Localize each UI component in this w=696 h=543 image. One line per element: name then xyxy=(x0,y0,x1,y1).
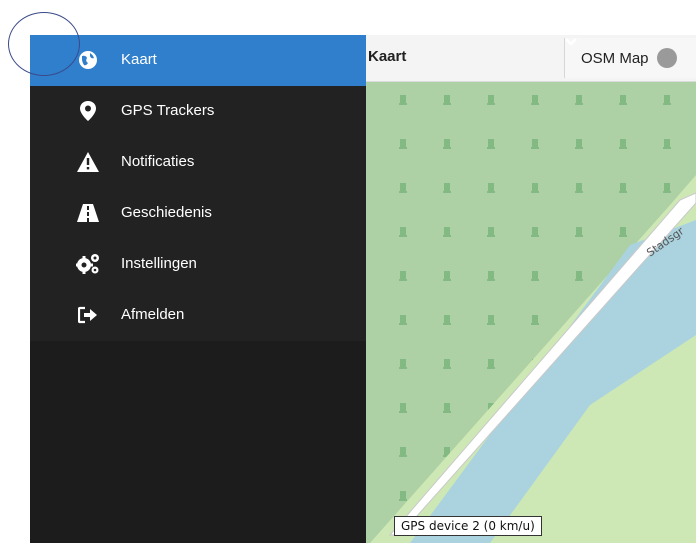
sign-out-icon xyxy=(76,303,100,327)
sidebar-item-afmelden[interactable]: Afmelden xyxy=(30,290,366,341)
gears-icon xyxy=(76,252,100,276)
map-layer-label: OSM Map xyxy=(581,49,649,67)
chevron-down-icon[interactable] xyxy=(565,38,677,68)
road-icon xyxy=(76,201,100,225)
sidebar: Kaart GPS Trackers Notificaties Geschied… xyxy=(30,35,366,543)
sidebar-item-geschiedenis[interactable]: Geschiedenis xyxy=(30,188,366,239)
globe-icon xyxy=(76,48,100,72)
sidebar-item-label: Afmelden xyxy=(121,306,185,323)
warning-icon xyxy=(76,150,100,174)
sidebar-item-notificaties[interactable]: Notificaties xyxy=(30,137,366,188)
sidebar-item-label: Notificaties xyxy=(121,153,195,170)
sidebar-menu: Kaart GPS Trackers Notificaties Geschied… xyxy=(30,35,366,341)
map-marker-icon xyxy=(76,99,100,123)
sidebar-item-label: Instellingen xyxy=(121,255,197,272)
sidebar-item-instellingen[interactable]: Instellingen xyxy=(30,239,366,290)
device-label[interactable]: GPS device 2 (0 km/u) xyxy=(394,516,542,536)
sidebar-item-label: Geschiedenis xyxy=(121,204,212,221)
sidebar-item-kaart[interactable]: Kaart xyxy=(30,35,366,86)
map-layer-select[interactable]: OSM Map xyxy=(564,38,696,78)
sidebar-item-label: Kaart xyxy=(121,51,157,68)
highlight-circle xyxy=(8,12,80,76)
sidebar-item-gps-trackers[interactable]: GPS Trackers xyxy=(30,86,366,137)
sidebar-item-label: GPS Trackers xyxy=(121,102,215,119)
